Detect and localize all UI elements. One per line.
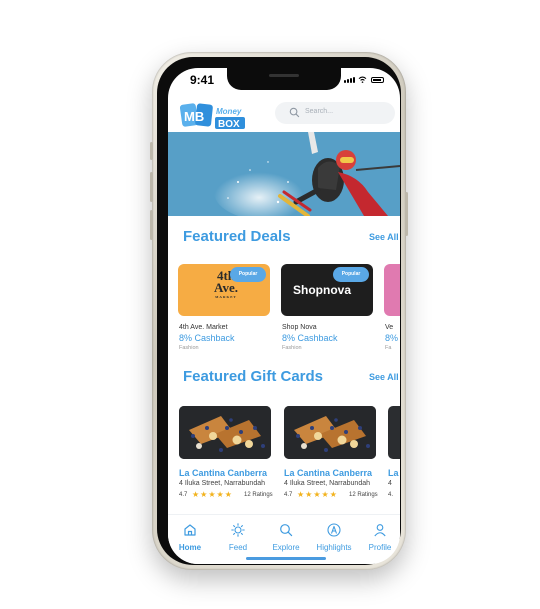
hero-banner[interactable]: [168, 132, 400, 216]
gift-card-ratings-count: 12 Ratings: [349, 492, 378, 498]
deal-card-shopnova[interactable]: Shopnova Popular: [281, 264, 373, 316]
app-screen: 9:41 MB Money BOX Search... Featured Dea…: [168, 68, 400, 564]
profile-icon: [374, 524, 386, 537]
home-icon: [184, 524, 196, 536]
deal-category: Fashion: [179, 345, 199, 351]
deal-name: 4th Ave. Market: [179, 324, 228, 331]
gift-card-rating: 4.7: [179, 492, 188, 498]
gift-card-name: La Cantina Canberra: [179, 468, 268, 478]
gift-card-address: 4 Iluka Street, Narrabundah: [179, 480, 265, 487]
deal-card-4th-ave[interactable]: 4th Ave. MARKET Popular: [178, 264, 270, 316]
gift-card-address: 4: [388, 480, 392, 487]
phone-volume-up: [150, 172, 153, 202]
search-input[interactable]: Search...: [275, 102, 395, 124]
logo-word-top: Money: [216, 107, 242, 116]
deal-name: Shop Nova: [282, 324, 317, 331]
featured-gift-cards-see-all-link[interactable]: See All: [369, 372, 399, 382]
status-time: 9:41: [190, 73, 215, 87]
deal-name: Ve: [385, 324, 394, 331]
gift-card-image[interactable]: [284, 406, 376, 459]
nav-label-profile: Profile: [368, 543, 392, 552]
nav-label-home: Home: [178, 543, 202, 552]
highlights-icon: [327, 523, 341, 537]
popular-badge: Popular: [333, 267, 369, 282]
nav-label-explore: Explore: [272, 543, 300, 552]
gift-card-name: La Cantina Canberra: [284, 468, 373, 478]
phone-power-button: [405, 192, 408, 236]
gift-card-rating: 4.: [388, 492, 394, 498]
nav-item-profile[interactable]: Profile: [356, 515, 400, 555]
phone-bezel: 9:41 MB Money BOX Search... Featured Dea…: [157, 57, 401, 565]
battery-icon: [371, 77, 384, 83]
logo-word-bottom: BOX: [218, 119, 240, 130]
deal-cashback: 8% Cashback: [179, 333, 235, 343]
speaker-grille: [269, 74, 299, 77]
deal-card-partial[interactable]: [384, 264, 400, 316]
hero-skier-image: [168, 132, 400, 216]
search-placeholder: Search...: [305, 108, 334, 115]
deal-category: Fashion: [282, 345, 302, 351]
gift-card-rating: 4.7: [284, 492, 293, 498]
deal-cashback: 8%: [385, 333, 399, 343]
search-icon: [280, 524, 293, 537]
gift-card-name: La: [388, 468, 399, 478]
app-header: MB Money BOX Search...: [168, 98, 400, 134]
logo-mark-icon: MB Money BOX: [179, 103, 245, 130]
nav-item-explore[interactable]: Explore: [262, 515, 310, 555]
deal-brand-logo: Shopnova: [293, 283, 352, 297]
notch: [227, 68, 341, 90]
status-icons: [344, 76, 384, 83]
phone-volume-down: [150, 210, 153, 240]
nav-label-highlights: Highlights: [316, 543, 352, 552]
phone-frame: 9:41 MB Money BOX Search... Featured Dea…: [150, 52, 408, 570]
nav-item-feed[interactable]: Feed: [214, 515, 262, 555]
featured-gift-cards-title: Featured Gift Cards: [183, 368, 324, 385]
signal-icon: [344, 77, 355, 83]
deal-cashback: 8% Cashback: [282, 333, 338, 343]
featured-deals-see-all-link[interactable]: See All: [369, 232, 399, 242]
nav-item-home[interactable]: Home: [168, 515, 214, 555]
home-indicator[interactable]: [246, 557, 326, 560]
gift-card-address: 4 Iluka Street, Narrabundah: [284, 480, 370, 487]
star-rating-icon: ★★★★★: [297, 490, 338, 499]
gift-card-ratings-count: 12 Ratings: [244, 492, 273, 498]
deal-category: Fa: [385, 345, 392, 351]
logo-mark-text: MB: [184, 109, 204, 124]
gift-card-image[interactable]: [179, 406, 271, 459]
sun-icon: [231, 523, 245, 537]
wifi-icon: [358, 76, 367, 83]
gift-card-image-partial[interactable]: [388, 406, 400, 459]
nav-item-highlights[interactable]: Highlights: [310, 515, 358, 555]
french-toast-image: [284, 406, 376, 459]
nav-label-feed: Feed: [228, 543, 248, 552]
search-icon: [289, 107, 300, 118]
featured-deals-title: Featured Deals: [183, 228, 291, 245]
popular-badge: Popular: [230, 267, 266, 282]
phone-side-button: [150, 142, 153, 160]
moneybox-logo[interactable]: MB Money BOX: [179, 101, 246, 131]
star-rating-icon: ★★★★★: [192, 490, 233, 499]
french-toast-image: [179, 406, 271, 459]
